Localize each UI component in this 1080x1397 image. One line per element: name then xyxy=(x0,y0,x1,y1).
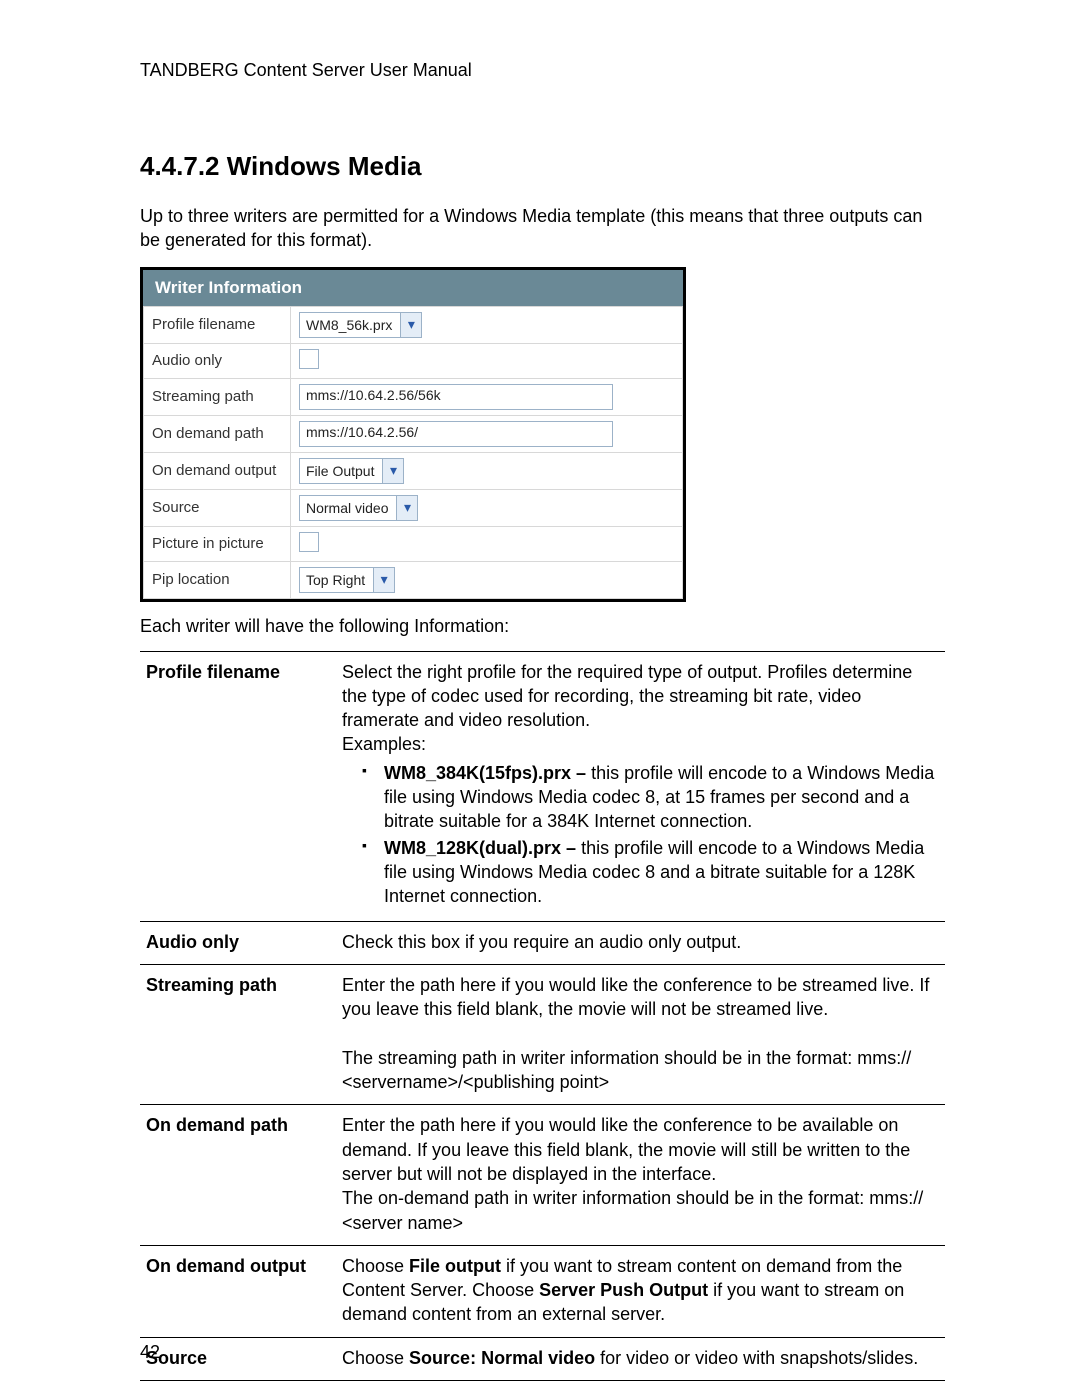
streaming-path-input[interactable]: mms://10.64.2.56/56k xyxy=(299,384,613,410)
chevron-down-icon: ▾ xyxy=(382,459,403,483)
on-demand-output-value: File Output xyxy=(306,463,374,479)
desc-on-demand-output: Choose File output if you want to stream… xyxy=(336,1245,945,1337)
doc-header: TANDBERG Content Server User Manual xyxy=(140,60,945,81)
chevron-down-icon: ▾ xyxy=(396,496,417,520)
label-source: Source xyxy=(144,489,291,526)
example-1: WM8_384K(15fps).prx – this profile will … xyxy=(362,761,935,834)
pip-location-value: Top Right xyxy=(306,572,365,588)
label-pip-location: Pip location xyxy=(144,561,291,598)
writer-information-screenshot: Writer Information Profile filename WM8_… xyxy=(140,267,686,602)
odo-b2: Server Push Output xyxy=(539,1280,708,1300)
desc-profile-filename: Select the right profile for the require… xyxy=(336,651,945,921)
source-value: Normal video xyxy=(306,500,388,516)
example-1-bold: WM8_384K(15fps).prx – xyxy=(384,763,591,783)
section-heading: 4.4.7.2 Windows Media xyxy=(140,151,945,182)
picture-in-picture-checkbox[interactable] xyxy=(299,532,319,552)
example-2: WM8_128K(dual).prx – this profile will e… xyxy=(362,836,935,909)
intro-paragraph: Up to three writers are permitted for a … xyxy=(140,204,945,253)
on-demand-path-input[interactable]: mms://10.64.2.56/ xyxy=(299,421,613,447)
label-streaming-path: Streaming path xyxy=(144,378,291,415)
term-streaming-path: Streaming path xyxy=(140,964,336,1104)
audio-only-checkbox[interactable] xyxy=(299,349,319,369)
examples-label: Examples: xyxy=(342,734,426,754)
profile-filename-intro: Select the right profile for the require… xyxy=(342,662,912,731)
definitions-table: Profile filename Select the right profil… xyxy=(140,651,945,1381)
writer-info-title: Writer Information xyxy=(143,270,683,306)
source-select[interactable]: Normal video ▾ xyxy=(299,495,418,521)
label-on-demand-output: On demand output xyxy=(144,452,291,489)
profile-filename-select[interactable]: WM8_56k.prx ▾ xyxy=(299,312,422,338)
profile-filename-value: WM8_56k.prx xyxy=(306,317,392,333)
desc-audio-only: Check this box if you require an audio o… xyxy=(336,921,945,964)
term-on-demand-output: On demand output xyxy=(140,1245,336,1337)
after-screenshot-text: Each writer will have the following Info… xyxy=(140,616,945,637)
streaming-path-p2: The streaming path in writer information… xyxy=(342,1048,911,1092)
on-demand-output-select[interactable]: File Output ▾ xyxy=(299,458,404,484)
src-pre: Choose xyxy=(342,1348,409,1368)
writer-info-table: Profile filename WM8_56k.prx ▾ Audio onl… xyxy=(143,306,683,599)
term-audio-only: Audio only xyxy=(140,921,336,964)
odo-pre: Choose xyxy=(342,1256,409,1276)
desc-streaming-path: Enter the path here if you would like th… xyxy=(336,964,945,1104)
src-post: for video or video with snapshots/slides… xyxy=(595,1348,918,1368)
document-page: TANDBERG Content Server User Manual 4.4.… xyxy=(0,0,1080,1397)
src-b1: Source: Normal video xyxy=(409,1348,595,1368)
example-2-bold: WM8_128K(dual).prx – xyxy=(384,838,581,858)
odo-b1: File output xyxy=(409,1256,501,1276)
chevron-down-icon: ▾ xyxy=(400,313,421,337)
streaming-path-p1: Enter the path here if you would like th… xyxy=(342,975,929,1019)
page-number: 42 xyxy=(140,1342,160,1363)
desc-source: Choose Source: Normal video for video or… xyxy=(336,1337,945,1380)
label-picture-in-picture: Picture in picture xyxy=(144,526,291,561)
pip-location-select[interactable]: Top Right ▾ xyxy=(299,567,395,593)
label-profile-filename: Profile filename xyxy=(144,306,291,343)
term-on-demand-path: On demand path xyxy=(140,1105,336,1245)
term-source: Source xyxy=(140,1337,336,1380)
label-audio-only: Audio only xyxy=(144,343,291,378)
label-on-demand-path: On demand path xyxy=(144,415,291,452)
chevron-down-icon: ▾ xyxy=(373,568,394,592)
desc-on-demand-path: Enter the path here if you would like th… xyxy=(336,1105,945,1245)
term-profile-filename: Profile filename xyxy=(140,651,336,921)
